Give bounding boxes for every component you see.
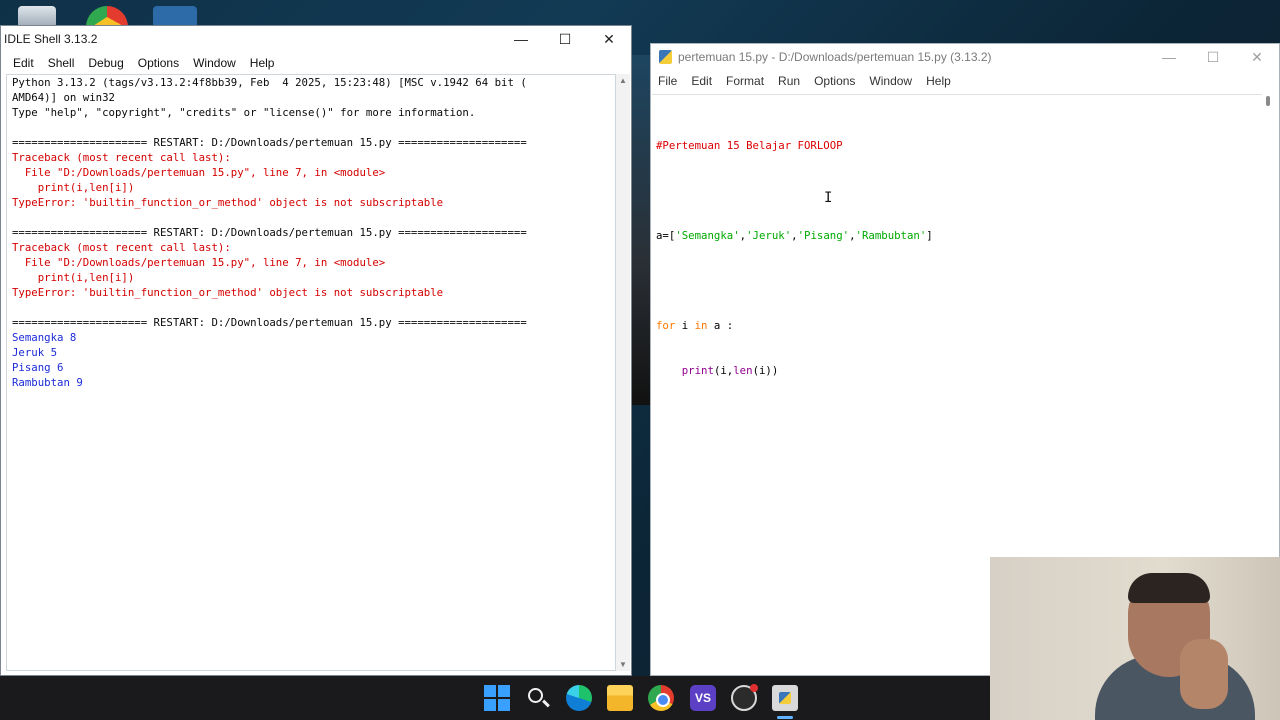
edge-icon[interactable] bbox=[566, 685, 592, 711]
shell-line-out: AMD64)] on win32 bbox=[12, 91, 115, 104]
shell-titlebar[interactable]: IDLE Shell 3.13.2 — ☐ ✕ bbox=[1, 26, 631, 52]
webcam-overlay bbox=[990, 557, 1280, 720]
shell-scrollbar[interactable]: ▲ ▼ bbox=[616, 74, 630, 671]
maximize-button[interactable]: ☐ bbox=[1191, 44, 1235, 70]
file-explorer-icon[interactable] bbox=[607, 685, 633, 711]
search-icon[interactable] bbox=[525, 685, 551, 711]
menu-window[interactable]: Window bbox=[862, 74, 919, 88]
menu-run[interactable]: Run bbox=[771, 74, 807, 88]
shell-line-err: print(i,len[i]) bbox=[12, 181, 135, 194]
menu-window[interactable]: Window bbox=[186, 56, 243, 70]
menu-help[interactable]: Help bbox=[919, 74, 958, 88]
text-cursor-icon: I bbox=[824, 190, 833, 206]
idle-shell-window: IDLE Shell 3.13.2 — ☐ ✕ Edit Shell Debug… bbox=[0, 25, 632, 676]
shell-menubar: Edit Shell Debug Options Window Help bbox=[1, 52, 631, 74]
close-button[interactable]: ✕ bbox=[587, 26, 631, 52]
editor-menubar: File Edit Format Run Options Window Help bbox=[651, 70, 1279, 92]
shell-line-err: File "D:/Downloads/pertemuan 15.py", lin… bbox=[12, 166, 386, 179]
shell-line-stdout: Rambubtan 9 bbox=[12, 376, 83, 389]
minimize-button[interactable]: — bbox=[499, 26, 543, 52]
chrome-icon[interactable] bbox=[648, 685, 674, 711]
background-window-strip bbox=[632, 55, 650, 405]
menu-options[interactable]: Options bbox=[131, 56, 186, 70]
code-line-comment: #Pertemuan 15 Belajar FORLOOP bbox=[656, 139, 843, 152]
shell-title: IDLE Shell 3.13.2 bbox=[4, 32, 98, 46]
menu-edit[interactable]: Edit bbox=[684, 74, 719, 88]
shell-line-restart: ===================== RESTART: D:/Downlo… bbox=[12, 136, 527, 149]
shell-line-restart: ===================== RESTART: D:/Downlo… bbox=[12, 226, 527, 239]
visual-studio-icon[interactable]: VS bbox=[690, 685, 716, 711]
idle-icon[interactable] bbox=[772, 685, 798, 711]
python-file-icon bbox=[659, 50, 672, 64]
menu-format[interactable]: Format bbox=[719, 74, 771, 88]
code-line-print: print(i,len(i)) bbox=[681, 364, 779, 377]
menu-options[interactable]: Options bbox=[807, 74, 862, 88]
shell-line-restart: ===================== RESTART: D:/Downlo… bbox=[12, 316, 527, 329]
shell-line-stdout: Pisang 6 bbox=[12, 361, 64, 374]
menu-edit[interactable]: Edit bbox=[6, 56, 41, 70]
shell-line-err: Traceback (most recent call last): bbox=[12, 241, 231, 254]
scrollbar-thumb[interactable] bbox=[1266, 96, 1270, 106]
shell-line-stdout: Jeruk 5 bbox=[12, 346, 58, 359]
menu-help[interactable]: Help bbox=[243, 56, 282, 70]
menu-shell[interactable]: Shell bbox=[41, 56, 82, 70]
menu-file[interactable]: File bbox=[651, 74, 684, 88]
minimize-button[interactable]: — bbox=[1147, 44, 1191, 70]
shell-line-err: print(i,len[i]) bbox=[12, 271, 135, 284]
shell-line-out: Type "help", "copyright", "credits" or "… bbox=[12, 106, 476, 119]
person-hair bbox=[1128, 573, 1210, 603]
active-app-indicator bbox=[777, 716, 793, 719]
shell-line-stdout: Semangka 8 bbox=[12, 331, 77, 344]
shell-line-err: TypeError: 'builtin_function_or_method' … bbox=[12, 196, 444, 209]
shell-line-err: File "D:/Downloads/pertemuan 15.py", lin… bbox=[12, 256, 386, 269]
maximize-button[interactable]: ☐ bbox=[543, 26, 587, 52]
scroll-down-icon[interactable]: ▼ bbox=[619, 660, 627, 669]
shell-line-out bbox=[12, 210, 615, 225]
obs-icon[interactable] bbox=[731, 684, 758, 711]
close-button[interactable]: ✕ bbox=[1235, 44, 1279, 70]
shell-line-out bbox=[12, 300, 615, 315]
code-line-assign: a=['Semangka','Jeruk','Pisang','Rambubta… bbox=[656, 229, 933, 242]
shell-line-out: Python 3.13.2 (tags/v3.13.2:4f8bb39, Feb… bbox=[12, 76, 527, 89]
start-icon[interactable] bbox=[484, 685, 510, 711]
editor-titlebar[interactable]: pertemuan 15.py - D:/Downloads/pertemuan… bbox=[651, 44, 1279, 70]
shell-line-out bbox=[12, 120, 615, 135]
shell-line-err: TypeError: 'builtin_function_or_method' … bbox=[12, 286, 444, 299]
shell-line-err: Traceback (most recent call last): bbox=[12, 151, 231, 164]
person-hand bbox=[1180, 639, 1228, 709]
menu-debug[interactable]: Debug bbox=[81, 56, 130, 70]
code-line-for: for i in a : bbox=[656, 319, 734, 332]
shell-output-area[interactable]: Python 3.13.2 (tags/v3.13.2:4f8bb39, Feb… bbox=[6, 74, 616, 671]
scroll-up-icon[interactable]: ▲ bbox=[619, 76, 627, 85]
editor-title: pertemuan 15.py - D:/Downloads/pertemuan… bbox=[678, 50, 992, 64]
